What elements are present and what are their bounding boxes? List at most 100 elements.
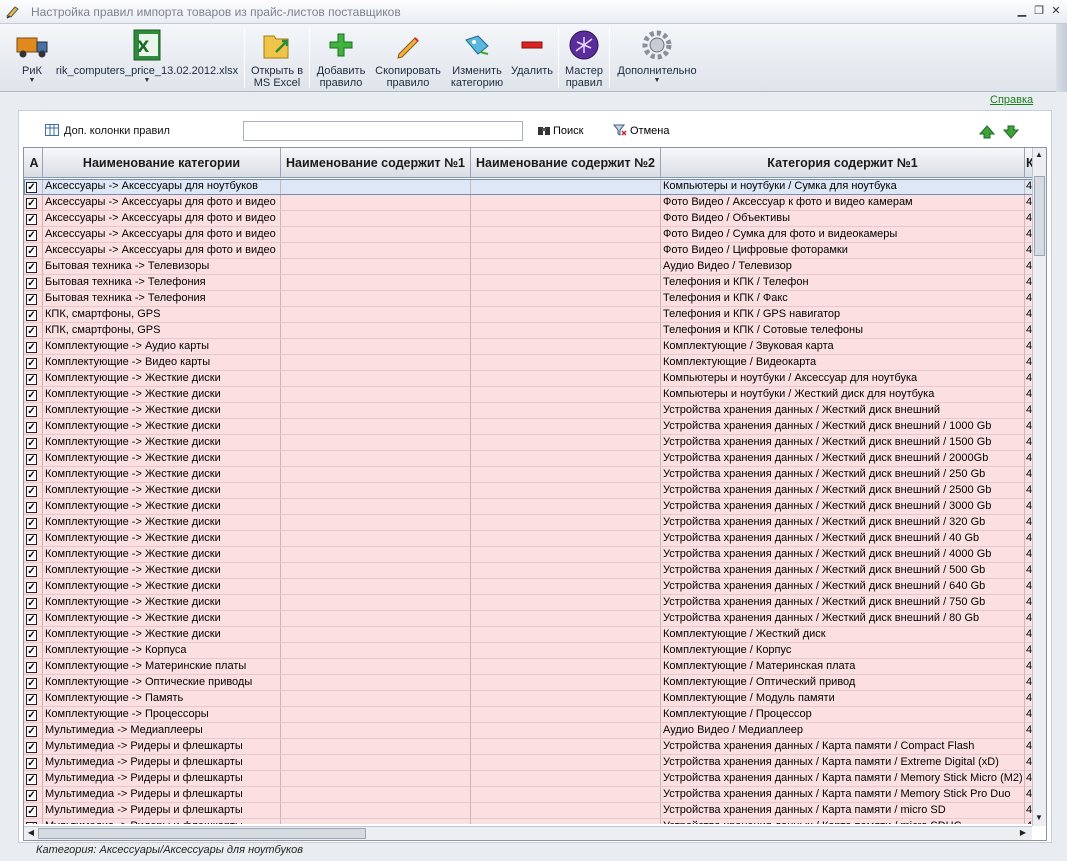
category-name-cell[interactable]: Аксессуары -> Аксессуары для фото и виде…	[43, 243, 281, 259]
checkmark-icon[interactable]: ✓	[26, 742, 37, 753]
active-checkbox-cell[interactable]: ✓	[24, 643, 43, 659]
checkmark-icon[interactable]: ✓	[26, 518, 37, 529]
active-checkbox-cell[interactable]: ✓	[24, 547, 43, 563]
active-checkbox-cell[interactable]: ✓	[24, 659, 43, 675]
table-row[interactable]: ✓ Мультимедиа -> Ридеры и флешкарты Устрой…	[24, 771, 1034, 787]
table-row[interactable]: ✓ Бытовая техника -> Телефония Телефония и…	[24, 291, 1034, 307]
category-name-cell[interactable]: Мультимедиа -> Ридеры и флешкарты	[43, 803, 281, 819]
name-contains-1-cell[interactable]	[281, 787, 471, 803]
table-row[interactable]: ✓ Аксессуары -> Аксессуары для фото и вид…	[24, 227, 1034, 243]
checkmark-icon[interactable]: ✓	[26, 598, 37, 609]
name-contains-2-cell[interactable]	[471, 563, 661, 579]
name-contains-2-cell[interactable]	[471, 371, 661, 387]
category-contains-1-cell[interactable]: Устройства хранения данных / Жесткий дис…	[661, 531, 1025, 547]
table-row[interactable]: ✓ Мультимедиа -> Ридеры и флешкарты Устрой…	[24, 755, 1034, 771]
search-button[interactable]: Поиск	[537, 124, 583, 137]
table-row[interactable]: ✓ Бытовая техника -> Телевизоры Аудио Виде…	[24, 259, 1034, 275]
name-contains-1-cell[interactable]	[281, 723, 471, 739]
price-file-button[interactable]: X rik_computers_price_13.02.2012.xlsx ▼	[52, 26, 242, 90]
active-checkbox-cell[interactable]: ✓	[24, 627, 43, 643]
name-contains-2-cell[interactable]	[471, 771, 661, 787]
table-row[interactable]: ✓ Комплектующие -> Жесткие диски Компьютер…	[24, 387, 1034, 403]
checkmark-icon[interactable]: ✓	[26, 614, 37, 625]
column-header-name-contains-2[interactable]: Наименование содержит №2	[471, 148, 661, 178]
active-checkbox-cell[interactable]: ✓	[24, 227, 43, 243]
category-name-cell[interactable]: Комплектующие -> Жесткие диски	[43, 387, 281, 403]
name-contains-2-cell[interactable]	[471, 243, 661, 259]
name-contains-2-cell[interactable]	[471, 403, 661, 419]
add-rule-button[interactable]: Добавить правило	[312, 26, 370, 90]
table-row[interactable]: ✓ Комплектующие -> Жесткие диски Устройств…	[24, 579, 1034, 595]
table-row[interactable]: ✓ Комплектующие -> Материнские платы Компл…	[24, 659, 1034, 675]
vertical-scroll-thumb[interactable]	[1034, 176, 1045, 256]
category-contains-1-cell[interactable]: Фото Видео / Объективы	[661, 211, 1025, 227]
active-checkbox-cell[interactable]: ✓	[24, 259, 43, 275]
category-name-cell[interactable]: Комплектующие -> Жесткие диски	[43, 435, 281, 451]
category-name-cell[interactable]: Комплектующие -> Жесткие диски	[43, 531, 281, 547]
horizontal-scroll-thumb[interactable]	[38, 828, 366, 839]
category-contains-1-cell[interactable]: Компьютеры и ноутбуки / Сумка для ноутбу…	[661, 179, 1025, 195]
category-name-cell[interactable]: Комплектующие -> Жесткие диски	[43, 371, 281, 387]
checkmark-icon[interactable]: ✓	[26, 406, 37, 417]
category-contains-1-cell[interactable]: Комплектующие / Жесткий диск	[661, 627, 1025, 643]
category-name-cell[interactable]: Аксессуары -> Аксессуары для фото и виде…	[43, 195, 281, 211]
arrow-up-icon[interactable]	[979, 125, 995, 139]
name-contains-2-cell[interactable]	[471, 787, 661, 803]
category-name-cell[interactable]: Мультимедиа -> Ридеры и флешкарты	[43, 739, 281, 755]
category-name-cell[interactable]: Комплектующие -> Жесткие диски	[43, 467, 281, 483]
category-name-cell[interactable]: КПК, смартфоны, GPS	[43, 323, 281, 339]
active-checkbox-cell[interactable]: ✓	[24, 563, 43, 579]
name-contains-1-cell[interactable]	[281, 531, 471, 547]
name-contains-1-cell[interactable]	[281, 627, 471, 643]
category-contains-1-cell[interactable]: Фото Видео / Цифровые фоторамки	[661, 243, 1025, 259]
checkmark-icon[interactable]: ✓	[26, 502, 37, 513]
copy-rule-button[interactable]: Скопировать правило	[370, 26, 446, 90]
name-contains-2-cell[interactable]	[471, 739, 661, 755]
checkmark-icon[interactable]: ✓	[26, 294, 37, 305]
checkmark-icon[interactable]: ✓	[26, 774, 37, 785]
name-contains-1-cell[interactable]	[281, 323, 471, 339]
checkmark-icon[interactable]: ✓	[26, 374, 37, 385]
checkmark-icon[interactable]: ✓	[26, 694, 37, 705]
name-contains-2-cell[interactable]	[471, 275, 661, 291]
name-contains-1-cell[interactable]	[281, 643, 471, 659]
name-contains-1-cell[interactable]	[281, 803, 471, 819]
name-contains-1-cell[interactable]	[281, 371, 471, 387]
checkmark-icon[interactable]: ✓	[26, 662, 37, 673]
name-contains-2-cell[interactable]	[471, 227, 661, 243]
checkmark-icon[interactable]: ✓	[26, 678, 37, 689]
category-name-cell[interactable]: Комплектующие -> Материнские платы	[43, 659, 281, 675]
active-checkbox-cell[interactable]: ✓	[24, 803, 43, 819]
name-contains-1-cell[interactable]	[281, 659, 471, 675]
active-checkbox-cell[interactable]: ✓	[24, 595, 43, 611]
name-contains-2-cell[interactable]	[471, 707, 661, 723]
table-row[interactable]: ✓ Комплектующие -> Жесткие диски Устройств…	[24, 451, 1034, 467]
name-contains-2-cell[interactable]	[471, 659, 661, 675]
name-contains-1-cell[interactable]	[281, 259, 471, 275]
name-contains-1-cell[interactable]	[281, 595, 471, 611]
category-contains-1-cell[interactable]: Устройства хранения данных / Карта памят…	[661, 739, 1025, 755]
name-contains-1-cell[interactable]	[281, 467, 471, 483]
category-name-cell[interactable]: Мультимедиа -> Медиаплееры	[43, 723, 281, 739]
table-row[interactable]: ✓ Аксессуары -> Аксессуары для фото и вид…	[24, 195, 1034, 211]
checkmark-icon[interactable]: ✓	[26, 342, 37, 353]
table-row[interactable]: ✓ Комплектующие -> Жесткие диски Устройств…	[24, 483, 1034, 499]
name-contains-2-cell[interactable]	[471, 643, 661, 659]
name-contains-2-cell[interactable]	[471, 211, 661, 227]
category-contains-1-cell[interactable]: Устройства хранения данных / Жесткий дис…	[661, 563, 1025, 579]
checkmark-icon[interactable]: ✓	[26, 454, 37, 465]
category-contains-1-cell[interactable]: Комплектующие / Видеокарта	[661, 355, 1025, 371]
category-name-cell[interactable]: Бытовая техника -> Телефония	[43, 291, 281, 307]
category-name-cell[interactable]: Комплектующие -> Жесткие диски	[43, 451, 281, 467]
checkmark-icon[interactable]: ✓	[26, 198, 37, 209]
name-contains-1-cell[interactable]	[281, 179, 471, 195]
table-row[interactable]: ✓ Комплектующие -> Жесткие диски Устройств…	[24, 563, 1034, 579]
column-header-name-contains-1[interactable]: Наименование содержит №1	[281, 148, 471, 178]
column-header-category-contains-1[interactable]: Категория содержит №1	[661, 148, 1025, 178]
table-row[interactable]: ✓ Мультимедиа -> Ридеры и флешкарты Устрой…	[24, 787, 1034, 803]
active-checkbox-cell[interactable]: ✓	[24, 819, 43, 824]
name-contains-2-cell[interactable]	[471, 323, 661, 339]
scroll-right-icon[interactable]: ▶	[1017, 827, 1029, 839]
name-contains-2-cell[interactable]	[471, 451, 661, 467]
active-checkbox-cell[interactable]: ✓	[24, 179, 43, 195]
